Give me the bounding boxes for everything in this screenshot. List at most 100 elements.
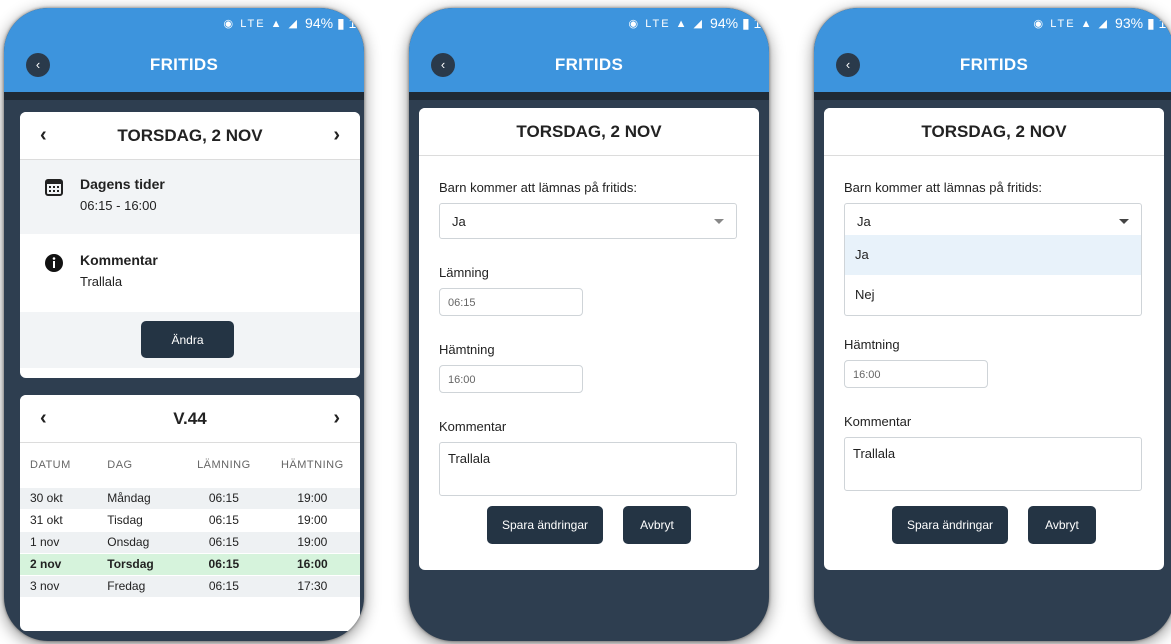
app-header: ‹ FRITIDS xyxy=(409,38,769,92)
edit-form: Barn kommer att lämnas på fritids: Ja Lä… xyxy=(419,156,759,496)
dropoff-label: Lämning xyxy=(439,265,489,280)
status-bar: ◉ LTE ▲ ◢ 93% ▮ 10: xyxy=(814,8,1171,38)
cell-day: Onsdag xyxy=(97,530,184,553)
col-date: DATUM xyxy=(30,458,71,471)
status-icons: ◉ LTE ▲ ◢ xyxy=(628,17,705,30)
cell-date: 3 nov xyxy=(20,574,98,597)
app-header: ‹ FRITIDS xyxy=(814,38,1171,92)
week-nav: ‹ V.44 › xyxy=(20,395,360,443)
header-divider xyxy=(409,92,769,100)
attend-label: Barn kommer att lämnas på fritids: xyxy=(844,180,1042,195)
back-button[interactable]: ‹ xyxy=(836,53,860,77)
edit-header: TORSDAG, 2 NOV xyxy=(824,108,1164,156)
chevron-down-icon xyxy=(714,219,724,224)
status-bar: ◉ LTE ▲ ◢ 94% ▮ 10: xyxy=(409,8,769,38)
prev-day-button[interactable]: ‹ xyxy=(40,124,54,147)
save-button[interactable]: Spara ändringar xyxy=(892,506,1008,544)
cell-pickup: 17:30 xyxy=(264,574,360,597)
day-nav: ‹ TORSDAG, 2 NOV › xyxy=(20,112,360,160)
col-pickup: HÄMTNING xyxy=(280,458,344,471)
next-week-button[interactable]: › xyxy=(326,407,340,430)
comment-row: Kommentar Trallala xyxy=(20,234,360,312)
page-title: FRITIDS xyxy=(959,55,1029,74)
attend-label: Barn kommer att lämnas på fritids: xyxy=(439,180,637,195)
cell-dropoff: 06:15 xyxy=(183,508,265,531)
edit-button[interactable]: Ändra xyxy=(141,321,234,358)
save-button[interactable]: Spara ändringar xyxy=(487,506,603,544)
cancel-button[interactable]: Avbryt xyxy=(623,506,691,544)
table-row[interactable]: 30 okt Måndag 06:15 19:00 xyxy=(20,486,360,509)
attend-select-value: Ja xyxy=(857,214,871,229)
edit-area: Ändra xyxy=(20,312,360,368)
cell-pickup: 19:00 xyxy=(264,508,360,531)
page-title: FRITIDS xyxy=(554,55,624,74)
times-label: Dagens tider xyxy=(80,176,165,192)
cell-date: 1 nov xyxy=(20,530,98,553)
header-divider xyxy=(814,92,1171,100)
times-value: 06:15 - 16:00 xyxy=(80,198,157,213)
edit-card: TORSDAG, 2 NOV Barn kommer att lämnas på… xyxy=(824,108,1164,570)
attend-select[interactable]: Ja xyxy=(439,203,737,239)
comment-label: Kommentar xyxy=(844,414,912,429)
next-day-button[interactable]: › xyxy=(326,124,340,147)
todays-times-row: Dagens tider 06:15 - 16:00 xyxy=(20,160,360,234)
pickup-input[interactable]: 16:00 xyxy=(844,360,988,388)
day-title: TORSDAG, 2 NOV xyxy=(117,125,263,145)
comment-label: Kommentar xyxy=(80,252,158,268)
cell-date: 30 okt xyxy=(20,486,98,509)
back-button[interactable]: ‹ xyxy=(431,53,455,77)
status-icons: ◉ LTE ▲ ◢ xyxy=(223,17,300,30)
cell-day: Tisdag xyxy=(97,508,184,531)
col-dropoff: LÄMNING xyxy=(197,458,251,471)
attend-select[interactable]: Ja xyxy=(844,203,1142,239)
table-row[interactable]: 1 nov Onsdag 06:15 19:00 xyxy=(20,530,360,553)
battery-time: 94% ▮ 10: xyxy=(305,14,364,31)
dropdown-option-nej[interactable]: Nej xyxy=(845,275,1141,315)
battery-time: 93% ▮ 10: xyxy=(1115,14,1171,31)
calendar-icon xyxy=(45,179,63,196)
app-header: ‹ FRITIDS xyxy=(4,38,364,92)
comment-textarea[interactable]: Trallala xyxy=(439,442,737,496)
week-title: V.44 xyxy=(173,408,207,428)
battery-time: 94% ▮ 10: xyxy=(710,14,769,31)
cell-date: 31 okt xyxy=(20,508,98,531)
chevron-down-icon xyxy=(1119,219,1129,224)
prev-week-button[interactable]: ‹ xyxy=(40,407,54,430)
info-icon xyxy=(45,254,63,272)
attend-select-value: Ja xyxy=(452,214,466,229)
day-card: ‹ TORSDAG, 2 NOV › Dagens tider 06:15 - … xyxy=(20,112,360,378)
cell-day: Torsdag xyxy=(97,552,184,575)
page-title: FRITIDS xyxy=(149,55,219,74)
dropoff-input[interactable]: 06:15 xyxy=(439,288,583,316)
cell-date: 2 nov xyxy=(20,552,98,575)
col-day: DAG xyxy=(107,458,133,471)
cell-pickup: 19:00 xyxy=(264,530,360,553)
cancel-button[interactable]: Avbryt xyxy=(1028,506,1096,544)
table-row[interactable]: 31 okt Tisdag 06:15 19:00 xyxy=(20,508,360,531)
cell-dropoff: 06:15 xyxy=(183,552,265,575)
table-row-current[interactable]: 2 nov Torsdag 06:15 16:00 xyxy=(20,552,360,575)
phone-screen-edit-dropdown: ◉ LTE ▲ ◢ 93% ▮ 10: ‹ FRITIDS TORSDAG, 2… xyxy=(814,8,1171,641)
status-icons: ◉ LTE ▲ ◢ xyxy=(1033,17,1110,30)
dropdown-option-ja[interactable]: Ja xyxy=(845,235,1141,275)
pickup-label: Hämtning xyxy=(844,337,900,352)
edit-day-title: TORSDAG, 2 NOV xyxy=(516,121,662,141)
phone-screen-overview: ◉ LTE ▲ ◢ 94% ▮ 10: ‹ FRITIDS ‹ TORSDAG,… xyxy=(4,8,364,641)
edit-day-title: TORSDAG, 2 NOV xyxy=(921,121,1067,141)
status-bar: ◉ LTE ▲ ◢ 94% ▮ 10: xyxy=(4,8,364,38)
pickup-label: Hämtning xyxy=(439,342,495,357)
cell-day: Fredag xyxy=(97,574,184,597)
pickup-input[interactable]: 16:00 xyxy=(439,365,583,393)
cell-pickup: 16:00 xyxy=(264,552,360,575)
table-row[interactable]: 3 nov Fredag 06:15 17:30 xyxy=(20,574,360,597)
attend-dropdown-menu: Ja Nej xyxy=(844,235,1142,316)
edit-form: Barn kommer att lämnas på fritids: Ja Hä… xyxy=(824,156,1164,491)
phone-screen-edit: ◉ LTE ▲ ◢ 94% ▮ 10: ‹ FRITIDS TORSDAG, 2… xyxy=(409,8,769,641)
cell-pickup: 19:00 xyxy=(264,486,360,509)
week-table: DATUM DAG LÄMNING HÄMTNING 30 okt Måndag… xyxy=(20,443,360,597)
cell-dropoff: 06:15 xyxy=(183,486,265,509)
cell-day: Måndag xyxy=(97,486,184,509)
form-actions: Spara ändringar Avbryt xyxy=(419,506,759,544)
back-button[interactable]: ‹ xyxy=(26,53,50,77)
comment-textarea[interactable]: Trallala xyxy=(844,437,1142,491)
